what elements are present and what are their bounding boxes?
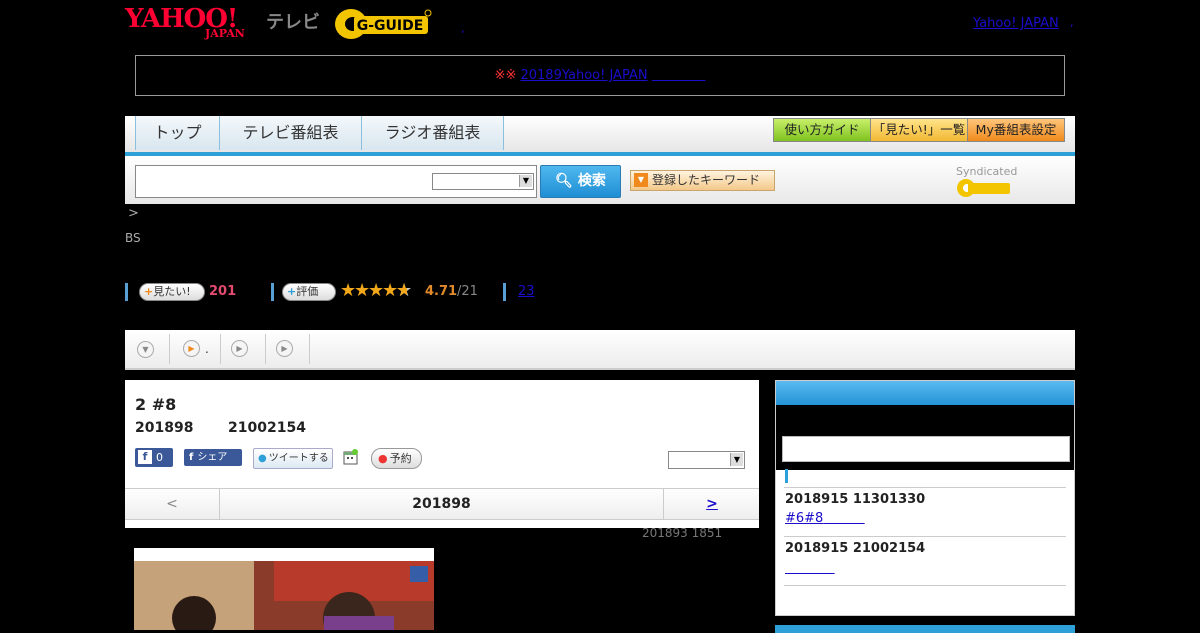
play-icon[interactable]: ▶ — [276, 340, 293, 357]
sidebar-item-date: 2018915 11301330 — [785, 492, 926, 507]
stat-divider — [125, 283, 128, 301]
reserve-button[interactable]: ● 予約 — [371, 448, 422, 469]
tab-tv-listings[interactable]: テレビ番組表 — [219, 116, 362, 150]
dropdown-circle-icon[interactable]: ▼ — [137, 341, 154, 358]
calendar-add-icon[interactable] — [343, 449, 359, 465]
search-icon: 🔍︎ — [555, 173, 573, 189]
header-link-separator: , — [1070, 16, 1074, 29]
sidebar-item-link[interactable]: #6#8 — [785, 511, 865, 526]
play-label: . — [205, 342, 209, 356]
record-icon: ● — [378, 452, 388, 465]
twitter-bird-icon: ● — [258, 453, 267, 464]
header-separator: , — [461, 22, 465, 35]
breadcrumb-channel: BS — [125, 231, 141, 245]
divider — [784, 536, 1066, 537]
program-panel: 2 #8 201898 21002154 f0 f シェア ● ツイートする ● 予約… — [125, 380, 759, 528]
syndicated-gguide-logo: Syndicated — [956, 165, 1075, 198]
keyword-button-label: 登録したキーワード — [652, 173, 761, 187]
search-category-select[interactable]: ▼ — [432, 173, 534, 190]
rate-button-label: 評価 — [296, 285, 319, 298]
sidebar-section-marker — [785, 469, 788, 483]
plus-icon: + — [287, 285, 297, 298]
search-button-label: 検索 — [577, 173, 606, 189]
play-icon[interactable]: ▶ — [231, 340, 248, 357]
facebook-share-button[interactable]: f シェア — [184, 449, 242, 466]
current-date: 201898 — [412, 496, 471, 512]
divider — [169, 334, 170, 364]
facebook-like-button[interactable]: f0 — [135, 448, 173, 467]
tweet-label: ツイートする — [268, 453, 329, 464]
rate-button[interactable]: +評価 — [282, 283, 336, 301]
gguide-small-icon — [957, 179, 1010, 197]
sidebar-panel: 2018915 11301330 #6#8 2018915 21002154 — [775, 380, 1075, 616]
facebook-like-count: 0 — [156, 451, 163, 464]
stat-divider — [503, 283, 506, 301]
registered-keywords-button[interactable]: ▼ 登録したキーワード — [630, 170, 775, 191]
notice-link[interactable]: 20189Yahoo! JAPAN — [520, 68, 647, 83]
yahoo-japan-link[interactable]: Yahoo! JAPAN — [973, 16, 1059, 31]
rating-count: /21 — [457, 284, 478, 299]
updated-timestamp: 201893 1851 — [642, 526, 723, 540]
divider — [265, 334, 266, 364]
breadcrumb-arrow: > — [128, 206, 139, 221]
gguide-logo-text: G-GUIDE — [357, 18, 424, 34]
sidebar-item-link[interactable] — [785, 561, 835, 576]
sidebar-input[interactable] — [782, 436, 1070, 462]
divider — [309, 334, 310, 364]
want-button[interactable]: +見たい! — [139, 283, 205, 301]
playback-bar: ▼ ▶ . ▶ ▶ — [125, 330, 1075, 370]
program-thumbnail — [134, 548, 434, 630]
divider — [784, 585, 1066, 586]
play-icon[interactable]: ▶ — [183, 340, 200, 357]
usage-guide-button[interactable]: 使い方ガイド — [773, 118, 871, 142]
stat-divider — [271, 283, 274, 301]
chevron-down-icon: ▼ — [519, 175, 532, 187]
prev-date-link[interactable]: < — [125, 489, 220, 519]
rating-value: 4.71 — [425, 284, 458, 299]
chevron-down-icon: ▼ — [730, 453, 743, 466]
notice-box: ※※ 20189Yahoo! JAPAN — [135, 55, 1065, 96]
program-time: 21002154 — [228, 420, 306, 436]
facebook-share-label: シェア — [197, 452, 228, 463]
yahoo-logo-japan: JAPAN — [205, 27, 245, 40]
next-date-link[interactable]: > — [663, 489, 760, 519]
facebook-icon: f — [189, 452, 194, 463]
facebook-icon: f — [138, 450, 152, 464]
tab-top[interactable]: トップ — [135, 116, 220, 150]
reserve-label: 予約 — [389, 452, 412, 465]
search-band: ▼ 🔍︎ 検索 ▼ 登録したキーワード Syndicated — [125, 156, 1075, 204]
want-button-label: 見たい! — [153, 285, 191, 298]
tv-label: テレビ — [266, 12, 320, 33]
program-select[interactable]: ▼ — [668, 451, 745, 469]
tweet-button[interactable]: ● ツイートする — [253, 448, 333, 469]
tab-radio-listings[interactable]: ラジオ番組表 — [361, 116, 504, 150]
divider — [220, 334, 221, 364]
main-nav: トップ テレビ番組表 ラジオ番組表 使い方ガイド 「見たい!」一覧 My番組表設… — [125, 116, 1075, 157]
program-date: 201898 — [135, 420, 194, 436]
sidebar-header — [776, 381, 1074, 405]
want-count: 201 — [209, 284, 237, 299]
notice-link-blank[interactable] — [652, 68, 706, 83]
sidebar-second-header — [775, 625, 1075, 633]
search-button[interactable]: 🔍︎ 検索 — [540, 165, 621, 198]
review-count-link[interactable]: 23 — [518, 284, 535, 299]
rating-star-icon: ★ ★ — [396, 280, 413, 301]
gguide-logo[interactable]: G-GUIDE — [334, 7, 432, 41]
program-title: 2 #8 — [135, 395, 177, 414]
want-list-button[interactable]: 「見たい!」一覧 — [870, 118, 968, 142]
dropdown-arrow-icon: ▼ — [634, 173, 648, 187]
syndicated-label: Syndicated — [956, 165, 1018, 178]
divider — [784, 487, 1066, 488]
notice-marks: ※※ — [494, 68, 517, 83]
date-navigation: < 201898 > — [125, 488, 759, 520]
plus-icon: + — [144, 285, 154, 298]
my-listings-settings-button[interactable]: My番組表設定 — [967, 118, 1065, 142]
sidebar-item-date: 2018915 21002154 — [785, 541, 926, 556]
